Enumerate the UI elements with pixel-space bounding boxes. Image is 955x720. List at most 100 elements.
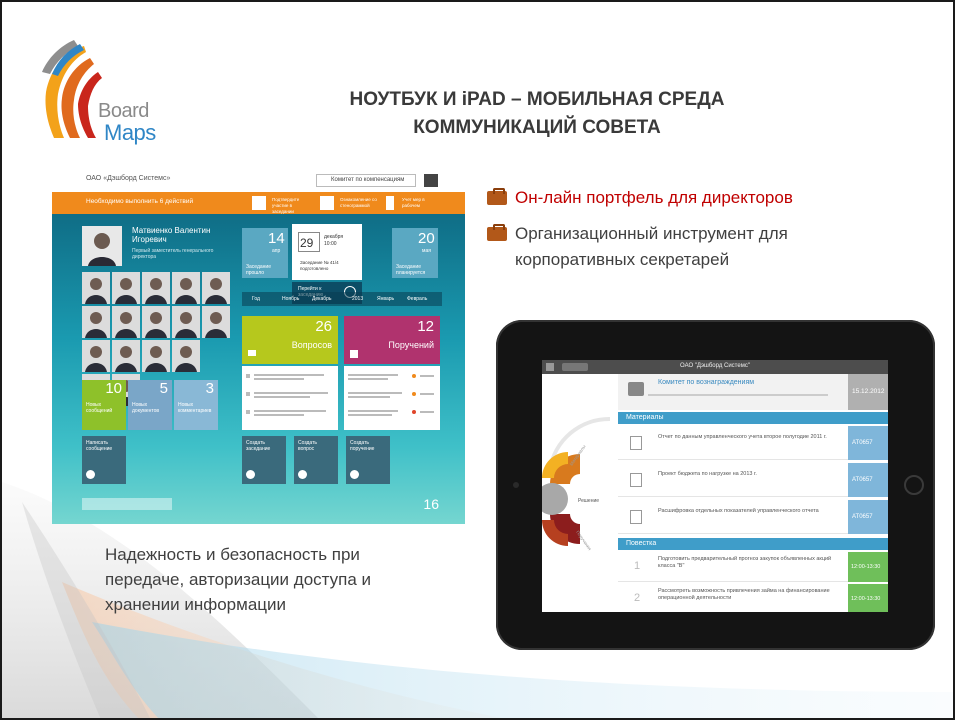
- ipad-header: ОАО "Дэшборд Системс": [542, 360, 888, 374]
- member-photo[interactable]: [142, 306, 170, 338]
- document-icon: [630, 473, 642, 487]
- list-icon[interactable]: [320, 196, 334, 210]
- member-photo[interactable]: [142, 340, 170, 372]
- date-tile-past[interactable]: 14 апр Заседание прошло: [242, 228, 288, 278]
- date-left-label: Заседание прошло: [246, 264, 272, 276]
- agenda-time: 12:00-13:30: [851, 564, 881, 570]
- member-photo[interactable]: [112, 306, 140, 338]
- agenda-title: Подготовить предварительный прогноз заку…: [658, 556, 832, 569]
- alert-icon[interactable]: [386, 196, 394, 210]
- material-title: Отчет по данным управленческого учета вт…: [658, 434, 827, 440]
- agenda-time-tile: 12:00-13:30: [848, 584, 888, 612]
- agenda-section-header: Повестка: [618, 538, 888, 550]
- material-code: АТ0657: [852, 514, 873, 520]
- comments-tile[interactable]: 3 Новых комментариев: [174, 380, 218, 430]
- materials-section-header: Материалы: [618, 412, 888, 424]
- create-order-button[interactable]: Создать поручение: [346, 436, 390, 484]
- month-dec[interactable]: Декабрь: [312, 296, 332, 302]
- date-left-month: апр: [272, 248, 281, 254]
- bullet-portfolio: Он-лайн портфель для директоров: [487, 185, 907, 211]
- confirm-icon[interactable]: [252, 196, 266, 210]
- write-message-button[interactable]: Написать сообщение: [82, 436, 126, 484]
- wheel-center-label[interactable]: Решение: [578, 498, 599, 504]
- agenda-title: Повестка: [626, 540, 657, 547]
- dashboard-screenshot: ОАО «Дэшборд Системс» Комитет по компенс…: [52, 170, 465, 524]
- gavel-icon: [628, 382, 644, 396]
- dashboard-org: ОАО «Дэшборд Системс»: [86, 175, 171, 182]
- agenda-title: Рассмотреть возможность привлечения займ…: [658, 588, 830, 601]
- member-photo[interactable]: [202, 306, 230, 338]
- orders-list[interactable]: [344, 366, 440, 430]
- todo-text: Необходимо выполнить 6 действий: [86, 198, 194, 205]
- member-photo[interactable]: [202, 272, 230, 304]
- slide-title: НОУТБУК И iPAD – МОБИЛЬНАЯ СРЕДА КОММУНИ…: [242, 86, 832, 142]
- create-meeting-label: Создать заседание: [246, 440, 271, 452]
- chip-label-2: Ознакомление со стенограммой: [340, 197, 377, 208]
- chip-label-3: Учет мер в рабочем: [402, 197, 425, 208]
- member-photo[interactable]: [172, 272, 200, 304]
- dashboard-body: Матвиенко Валентин Игоревич Первый замес…: [52, 214, 465, 524]
- committee-meta: [648, 394, 828, 396]
- questions-num: 26: [315, 318, 332, 335]
- person-name: Матвиенко Валентин Игоревич: [132, 226, 211, 244]
- task-icon: [350, 350, 358, 358]
- create-meeting-button[interactable]: Создать заседание: [242, 436, 286, 484]
- month-2013[interactable]: 2013: [352, 296, 363, 302]
- bullet-secretaries: Организационный инструмент для корпорати…: [487, 221, 907, 273]
- material-row[interactable]: Отчет по данным управленческого учета вт…: [618, 426, 888, 460]
- avatar[interactable]: [82, 226, 122, 266]
- plus-icon: [298, 470, 307, 479]
- member-photo[interactable]: [112, 340, 140, 372]
- bullet-portfolio-text: Он-лайн портфель для директоров: [515, 188, 793, 207]
- material-title: Расшифровка отдельных показателей управл…: [658, 508, 819, 514]
- navigation-wheel[interactable]: Решение Материалы Поручения: [542, 374, 618, 612]
- questions-list[interactable]: [242, 366, 338, 430]
- plus-icon: [246, 470, 255, 479]
- messages-label: Новых сообщений: [86, 402, 113, 414]
- date-right-num: 20: [418, 230, 435, 247]
- material-row[interactable]: Проект бюджета по нагрузке на 2013 г. АТ0…: [618, 463, 888, 497]
- date-right-month: мая: [422, 248, 431, 254]
- security-caption: Надежность и безопасность при передаче, …: [105, 545, 371, 614]
- month-nov[interactable]: Ноябрь: [282, 296, 299, 302]
- settings-icon[interactable]: [424, 174, 438, 187]
- date-tile-current[interactable]: 29 декабря 10:00 Заседание № 41/4 подгот…: [292, 224, 362, 280]
- title-line-1: НОУТБУК И iPAD – МОБИЛЬНАЯ СРЕДА: [349, 89, 725, 110]
- bullet-secretaries-text: Организационный инструмент для корпорати…: [515, 224, 788, 269]
- documents-num: 5: [159, 380, 168, 397]
- agenda-time: 12:00-13:30: [851, 596, 881, 602]
- month-feb[interactable]: Февраль: [407, 296, 427, 302]
- committee-select[interactable]: Комитет по компенсациям: [316, 174, 416, 187]
- month-jan[interactable]: Январь: [377, 296, 394, 302]
- chip-label-1: Подтвердите участие в заседании: [272, 197, 300, 214]
- member-photo[interactable]: [82, 272, 110, 304]
- date-tile-future[interactable]: 20 мая Заседание планируется: [392, 228, 438, 278]
- book-icon: [248, 350, 256, 356]
- documents-tile[interactable]: 5 Новых документов: [128, 380, 172, 430]
- member-photo[interactable]: [172, 306, 200, 338]
- questions-tile[interactable]: 26 Вопросов: [242, 316, 338, 364]
- member-photo[interactable]: [82, 340, 110, 372]
- agenda-row[interactable]: 1 Подготовить предварительный прогноз зак…: [618, 552, 888, 582]
- questions-label: Вопросов: [291, 340, 332, 350]
- committee-header[interactable]: Комитет по вознаграждениям 15.12.2012: [618, 374, 888, 410]
- member-photo[interactable]: [172, 340, 200, 372]
- month-year[interactable]: Год: [252, 296, 260, 302]
- search-input[interactable]: [82, 498, 172, 510]
- material-code: АТ0657: [852, 440, 873, 446]
- member-photo[interactable]: [82, 306, 110, 338]
- member-photo[interactable]: [142, 272, 170, 304]
- comments-label: Новых комментариев: [178, 402, 212, 414]
- ipad-screen: ОАО "Дэшборд Системс" Решение Материалы …: [542, 360, 888, 612]
- member-photo[interactable]: [112, 272, 140, 304]
- messages-tile[interactable]: 10 Новых сообщений: [82, 380, 126, 430]
- write-message-label: Написать сообщение: [86, 440, 113, 452]
- material-row[interactable]: Расшифровка отдельных показателей управл…: [618, 500, 888, 534]
- agenda-row[interactable]: 2 Рассмотреть возможность привлечения зай…: [618, 584, 888, 612]
- date-left-num: 14: [268, 230, 285, 247]
- month-strip[interactable]: Год Ноябрь Декабрь 2013 Январь Февраль: [242, 292, 442, 306]
- date-right-label: Заседание планируется: [396, 264, 426, 276]
- questions-list-lines: [246, 374, 328, 416]
- orders-tile[interactable]: 12 Поручений: [344, 316, 440, 364]
- create-question-button[interactable]: Создать вопрос: [294, 436, 338, 484]
